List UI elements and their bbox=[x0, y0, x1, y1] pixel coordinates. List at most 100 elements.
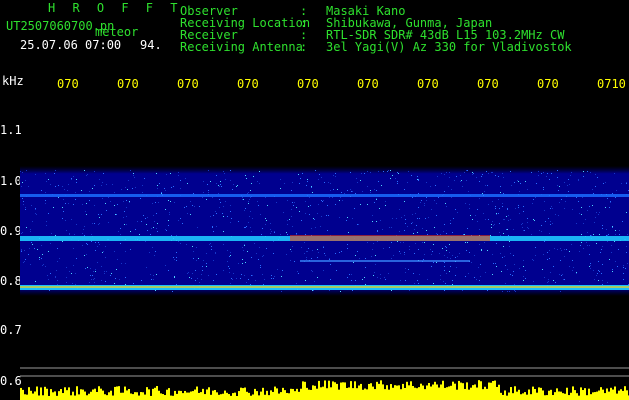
noise-dot bbox=[593, 234, 594, 235]
noise-dot bbox=[294, 261, 295, 262]
noise-dot bbox=[223, 231, 224, 232]
noise-dot bbox=[375, 255, 376, 256]
noise-dot bbox=[462, 290, 463, 291]
noise-dot bbox=[248, 222, 249, 223]
noise-dot bbox=[576, 223, 577, 224]
noise-dot bbox=[213, 260, 214, 261]
noise-dot bbox=[602, 225, 603, 226]
signal-bar bbox=[580, 387, 582, 400]
noise-dot bbox=[314, 219, 315, 220]
signal-bar bbox=[430, 386, 432, 400]
noise-dot bbox=[251, 183, 252, 184]
noise-dot bbox=[230, 205, 231, 206]
noise-dot bbox=[550, 272, 551, 273]
noise-dot bbox=[379, 208, 380, 209]
signal-bar bbox=[224, 390, 226, 400]
noise-dot bbox=[347, 190, 348, 191]
noise-dot bbox=[156, 213, 157, 214]
signal-bar bbox=[182, 393, 184, 400]
noise-dot bbox=[391, 227, 392, 228]
noise-dot bbox=[154, 255, 155, 256]
noise-dot bbox=[535, 247, 536, 248]
noise-dot bbox=[496, 266, 497, 267]
noise-dot bbox=[94, 282, 95, 283]
noise-dot bbox=[547, 252, 548, 253]
signal-bar bbox=[496, 386, 498, 400]
noise-dot bbox=[492, 172, 493, 173]
noise-dot bbox=[481, 249, 482, 250]
noise-dot bbox=[551, 206, 552, 207]
signal-bar bbox=[356, 388, 358, 400]
noise-dot bbox=[145, 241, 146, 242]
noise-dot bbox=[409, 290, 410, 291]
signal-bar bbox=[536, 392, 538, 400]
noise-dot bbox=[619, 230, 620, 231]
noise-dot bbox=[353, 262, 354, 263]
signal-bar bbox=[590, 394, 592, 400]
noise-dot bbox=[623, 267, 624, 268]
noise-dot bbox=[372, 215, 373, 216]
signal-bar bbox=[30, 390, 32, 400]
noise-dot bbox=[361, 173, 362, 174]
noise-dot bbox=[589, 254, 590, 255]
noise-dot bbox=[612, 193, 613, 194]
noise-dot bbox=[583, 176, 584, 177]
signal-bar bbox=[400, 389, 402, 400]
noise-dot bbox=[282, 270, 283, 271]
noise-dot bbox=[533, 199, 534, 200]
noise-dot bbox=[225, 179, 226, 180]
noise-dot bbox=[608, 234, 609, 235]
noise-dot bbox=[533, 219, 534, 220]
noise-dot bbox=[413, 273, 414, 274]
signal-bar bbox=[568, 395, 570, 400]
noise-dot bbox=[557, 170, 558, 171]
noise-dot bbox=[479, 280, 480, 281]
noise-dot bbox=[227, 261, 228, 262]
app-title: H R O F F T bbox=[48, 1, 183, 15]
noise-dot bbox=[102, 252, 103, 253]
signal-bar bbox=[216, 392, 218, 400]
noise-dot bbox=[168, 270, 169, 271]
noise-dot bbox=[355, 255, 356, 256]
noise-dot bbox=[327, 230, 328, 231]
noise-dot bbox=[404, 230, 405, 231]
noise-dot bbox=[603, 183, 604, 184]
noise-dot bbox=[602, 264, 603, 265]
signal-bar bbox=[594, 392, 596, 400]
signal-bar bbox=[468, 389, 470, 400]
noise-dot bbox=[609, 207, 610, 208]
noise-dot bbox=[259, 183, 260, 184]
signal-bar bbox=[160, 393, 162, 400]
noise-dot bbox=[430, 249, 431, 250]
signal-bar bbox=[110, 390, 112, 400]
noise-dot bbox=[63, 199, 64, 200]
noise-dot bbox=[335, 176, 336, 177]
noise-dot bbox=[128, 180, 129, 181]
noise-dot bbox=[84, 255, 85, 256]
noise-dot bbox=[495, 206, 496, 207]
noise-dot bbox=[130, 231, 131, 232]
noise-dot bbox=[520, 183, 521, 184]
noise-dot bbox=[564, 279, 565, 280]
noise-dot bbox=[477, 209, 478, 210]
noise-dot bbox=[491, 224, 492, 225]
noise-dot bbox=[180, 188, 181, 189]
noise-dot bbox=[83, 229, 84, 230]
noise-dot bbox=[589, 245, 590, 246]
signal-bar bbox=[376, 381, 378, 400]
signal-bar bbox=[234, 392, 236, 400]
signal-bar bbox=[518, 389, 520, 400]
signal-bar bbox=[586, 395, 588, 400]
noise-dot bbox=[514, 182, 515, 183]
signal-bar bbox=[102, 390, 104, 400]
noise-dot bbox=[55, 277, 56, 278]
noise-dot bbox=[218, 193, 219, 194]
noise-dot bbox=[178, 220, 179, 221]
noise-dot bbox=[470, 215, 471, 216]
signal-bar bbox=[218, 394, 220, 400]
noise-dot bbox=[174, 276, 175, 277]
noise-dot bbox=[377, 231, 378, 232]
x-tick-label: 070 bbox=[177, 77, 199, 91]
noise-dot bbox=[120, 243, 121, 244]
signal-bar bbox=[442, 380, 444, 400]
